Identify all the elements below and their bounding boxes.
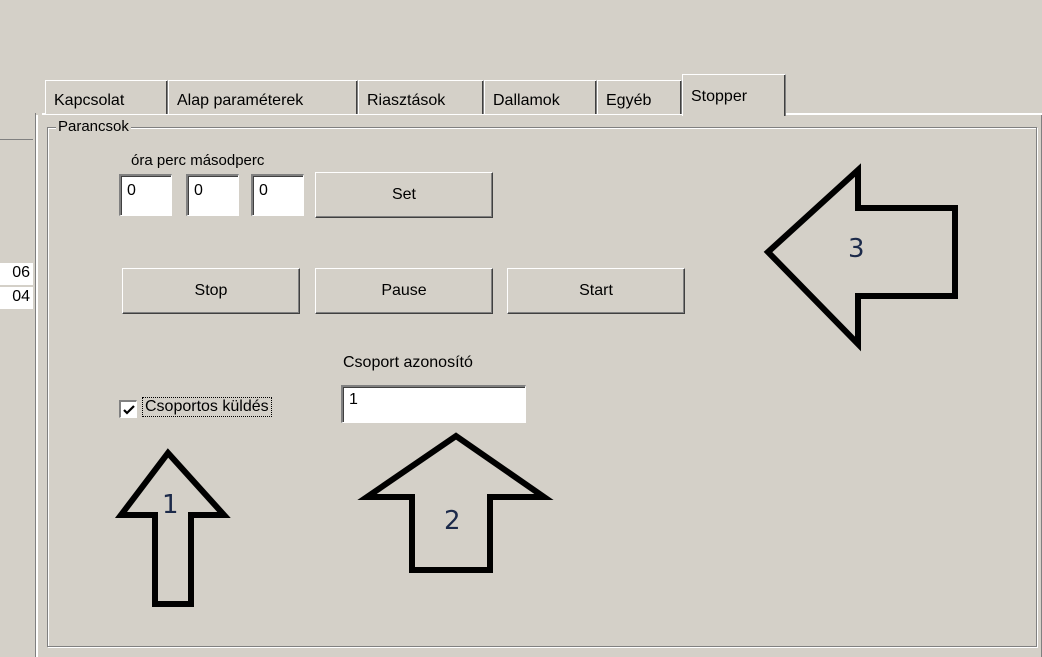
annotation-label-3: 3: [848, 234, 865, 264]
list-item[interactable]: 06: [0, 263, 33, 285]
left-list-header: [0, 113, 33, 140]
hours-field[interactable]: 0: [119, 174, 172, 216]
tab-label: Alap paraméterek: [177, 92, 304, 109]
set-button-label: Set: [391, 186, 416, 203]
stop-button[interactable]: Stop: [122, 268, 300, 314]
tab-label: Kapcsolat: [54, 92, 125, 109]
pause-button-label: Pause: [381, 282, 427, 299]
pause-button[interactable]: Pause: [315, 268, 493, 314]
tab-egyeb[interactable]: Egyéb: [597, 80, 682, 114]
tab-label: Dallamok: [493, 92, 560, 109]
group-send-label[interactable]: Csoportos küldés: [142, 397, 272, 417]
minutes-field[interactable]: 0: [186, 174, 239, 216]
start-button[interactable]: Start: [507, 268, 685, 314]
seconds-field[interactable]: 0: [251, 174, 304, 216]
tab-label: Stopper: [691, 88, 748, 105]
list-item-text: 06: [12, 264, 30, 281]
tab-riasztasok[interactable]: Riasztások: [358, 80, 484, 114]
list-item-text: 04: [12, 288, 30, 305]
tab-label: Egyéb: [606, 92, 652, 109]
annotation-label-2: 2: [444, 506, 461, 536]
group-id-field[interactable]: 1: [341, 385, 526, 423]
set-button[interactable]: Set: [315, 172, 493, 218]
tab-kapcsolat[interactable]: Kapcsolat: [45, 80, 168, 114]
tab-label: Riasztások: [367, 92, 446, 109]
start-button-label: Start: [579, 282, 613, 299]
tab-alap-parameterek[interactable]: Alap paraméterek: [168, 80, 358, 114]
annotation-label-1: 1: [162, 490, 179, 520]
stop-button-label: Stop: [194, 282, 228, 299]
group-id-label: Csoport azonosító: [343, 354, 473, 371]
tab-stopper[interactable]: Stopper: [682, 74, 786, 116]
left-list-panel: 06 04: [0, 113, 36, 657]
time-header-label: óra perc másodperc: [131, 152, 265, 169]
list-item[interactable]: 04: [0, 287, 33, 309]
group-send-checkbox[interactable]: [119, 400, 137, 418]
group-title: Parancsok: [56, 118, 131, 135]
checkmark-icon: [123, 405, 135, 415]
tab-dallamok[interactable]: Dallamok: [484, 80, 597, 114]
